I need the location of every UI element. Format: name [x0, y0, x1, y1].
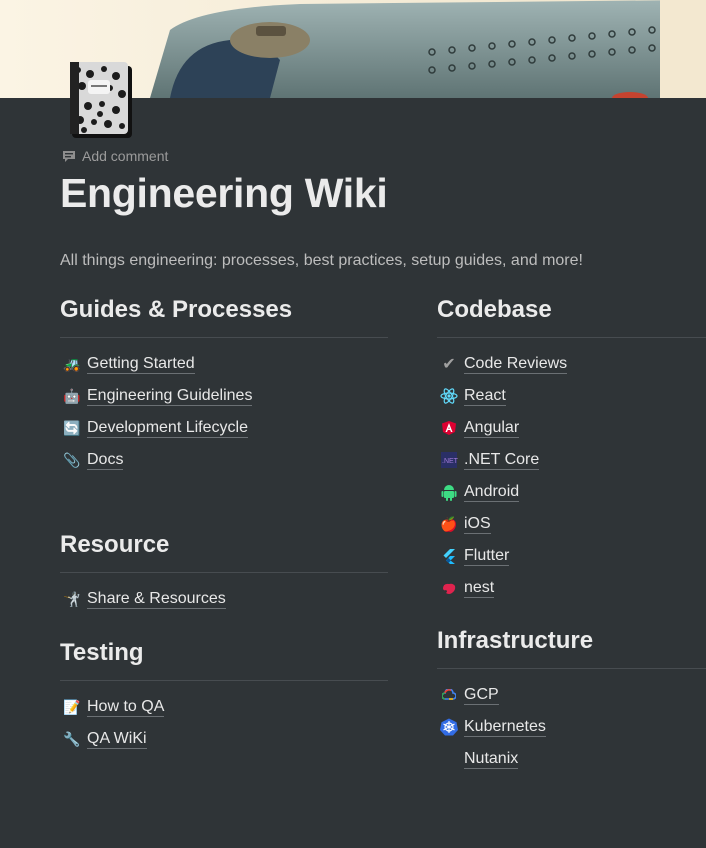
kubernetes-icon: [440, 718, 458, 736]
page-link[interactable]: React: [464, 387, 506, 406]
add-comment-label: Add comment: [82, 148, 169, 164]
nutanix-icon: [440, 750, 458, 768]
page-link[interactable]: Code Reviews: [464, 355, 568, 374]
page-title[interactable]: Engineering Wiki: [60, 170, 388, 217]
section-infrastructure: Infrastructure GCP Kubernetes Nutanix: [437, 626, 706, 775]
divider: [437, 337, 706, 338]
section-guides: Guides & Processes 🚜 Getting Started 🤖 E…: [60, 295, 388, 476]
list-item[interactable]: 🤖 Engineering Guidelines: [60, 380, 388, 412]
section-heading: Infrastructure: [437, 627, 594, 654]
list-item[interactable]: Kubernetes: [437, 711, 706, 743]
page-link[interactable]: Angular: [464, 419, 520, 438]
list-item[interactable]: 🚜 Getting Started: [60, 348, 388, 380]
section-heading: Codebase: [437, 296, 552, 323]
page-link[interactable]: Share & Resources: [87, 590, 226, 609]
fencer-icon: 🤺: [63, 590, 81, 607]
apple-icon: 🍎: [440, 515, 458, 532]
wrench-icon: 🔧: [63, 730, 81, 747]
list-item[interactable]: Angular: [437, 412, 706, 444]
robot-icon: 🤖: [63, 387, 81, 404]
add-comment-button[interactable]: Add comment: [62, 147, 168, 165]
page-link[interactable]: Getting Started: [87, 355, 195, 374]
page-link[interactable]: Docs: [87, 451, 124, 470]
page-link[interactable]: .NET Core: [464, 451, 540, 470]
section-testing: Testing 📝 How to QA 🔧 QA WiKi: [60, 638, 388, 755]
list-item[interactable]: Nutanix: [437, 743, 706, 775]
list-item[interactable]: 📎 Docs: [60, 444, 388, 476]
check-icon: ✔: [442, 356, 456, 373]
list-item[interactable]: GCP: [437, 679, 706, 711]
list-item[interactable]: 🤺 Share & Resources: [60, 583, 388, 615]
section-heading: Resource: [60, 531, 170, 558]
nest-icon: [440, 579, 458, 597]
list-item[interactable]: 🔧 QA WiKi: [60, 723, 388, 755]
section-resource: Resource 🤺 Share & Resources: [60, 530, 388, 615]
page-description[interactable]: All things engineering: processes, best …: [60, 252, 583, 270]
notebook-icon[interactable]: [66, 60, 134, 138]
gcp-icon: [440, 686, 458, 704]
dotnet-icon: .NET: [440, 451, 458, 469]
page-link[interactable]: Kubernetes: [464, 718, 546, 737]
list-item[interactable]: 📝 How to QA: [60, 691, 388, 723]
page-link[interactable]: nest: [464, 579, 495, 598]
android-icon: [440, 483, 458, 501]
flutter-icon: [440, 547, 458, 565]
page-link[interactable]: How to QA: [87, 698, 165, 717]
section-heading: Guides & Processes: [60, 296, 293, 323]
list-item[interactable]: 🍎 iOS: [437, 508, 706, 540]
list-item[interactable]: Flutter: [437, 540, 706, 572]
page-link[interactable]: QA WiKi: [87, 730, 147, 749]
tractor-icon: 🚜: [63, 355, 81, 372]
page-link[interactable]: Development Lifecycle: [87, 419, 248, 438]
list-item[interactable]: Android: [437, 476, 706, 508]
divider: [60, 337, 388, 338]
list-item[interactable]: 🔄 Development Lifecycle: [60, 412, 388, 444]
comment-icon: [62, 149, 76, 163]
memo-icon: 📝: [63, 698, 81, 715]
list-item[interactable]: React: [437, 380, 706, 412]
section-heading: Testing: [60, 639, 144, 666]
paperclip-icon: 📎: [63, 451, 81, 468]
cycle-icon: 🔄: [63, 419, 81, 436]
react-icon: [440, 387, 458, 405]
divider: [60, 680, 388, 681]
page-link[interactable]: GCP: [464, 686, 499, 705]
page-link[interactable]: Android: [464, 483, 520, 502]
list-item[interactable]: nest: [437, 572, 706, 604]
list-item[interactable]: ✔ Code Reviews: [437, 348, 706, 380]
section-codebase: Codebase ✔ Code Reviews React Angular .N…: [437, 295, 706, 604]
page-link[interactable]: Flutter: [464, 547, 510, 566]
list-item[interactable]: .NET .NET Core: [437, 444, 706, 476]
angular-icon: [440, 419, 458, 437]
divider: [437, 668, 706, 669]
page-link[interactable]: Engineering Guidelines: [87, 387, 253, 406]
page-link[interactable]: iOS: [464, 515, 491, 534]
divider: [60, 572, 388, 573]
svg-text:.NET: .NET: [442, 458, 458, 465]
page-link[interactable]: Nutanix: [464, 750, 519, 769]
